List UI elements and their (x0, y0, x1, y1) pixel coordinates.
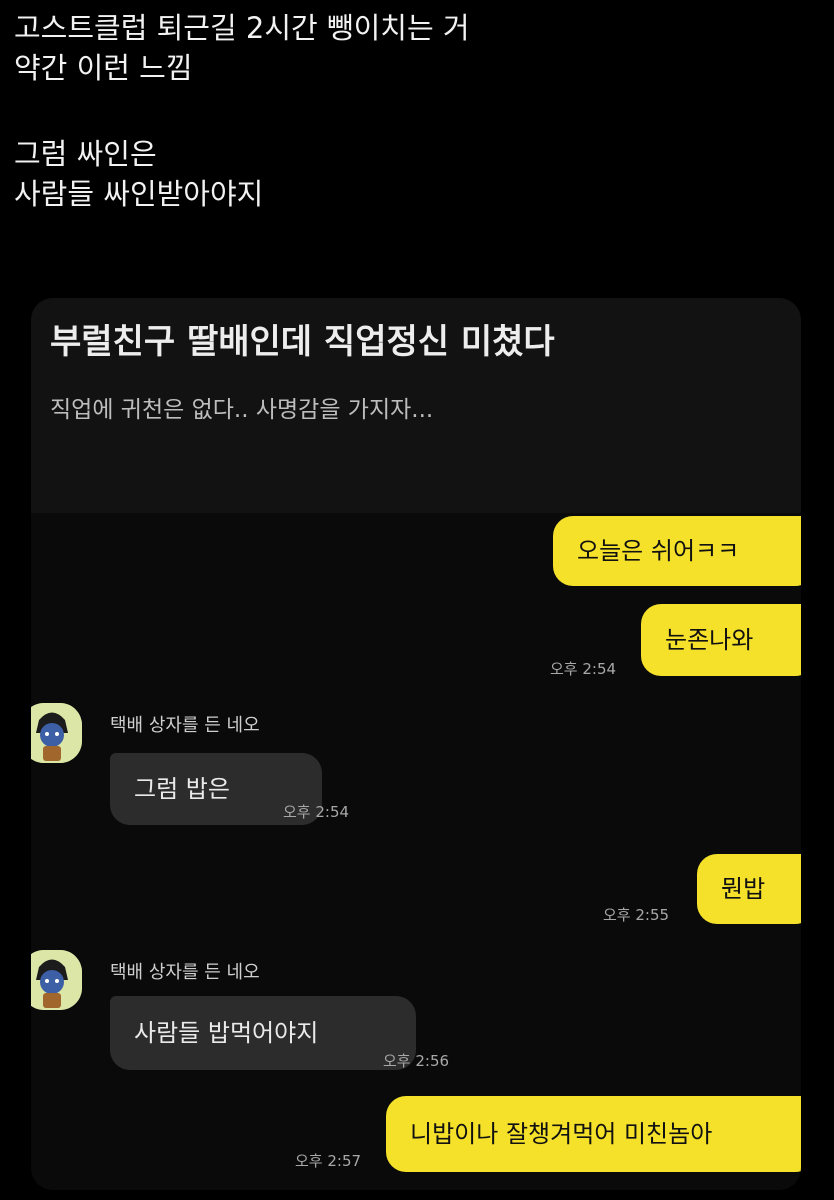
card-subtitle: 직업에 귀천은 없다.. 사명감을 가지자... (50, 397, 434, 423)
post-line: 약간 이런 느낌 (14, 51, 193, 85)
my-message-bubble: 오늘은 쉬어ㅋㅋ (553, 516, 801, 586)
card-header: 부럴친구 딸배인데 직업정신 미쳤다 직업에 귀천은 없다.. 사명감을 가지자… (31, 298, 801, 513)
message-text: 오늘은 쉬어ㅋㅋ (577, 537, 740, 565)
neo-avatar-icon[interactable] (31, 703, 82, 763)
message-text: 뭔밥 (721, 875, 766, 903)
post-line: 그럼 싸인은 (14, 137, 157, 171)
my-message-bubble: 뭔밥 (697, 854, 801, 924)
message-text: 눈존나와 (665, 626, 754, 654)
sender-name: 택배 상자를 든 네오 (110, 715, 260, 736)
my-message-bubble: 눈존나와 (641, 604, 801, 676)
post-line: 사람들 싸인받아야지 (14, 177, 264, 211)
other-message-bubble: 사람들 밥먹어야지 (110, 996, 416, 1070)
message-time: 오후 2:56 (383, 1052, 450, 1070)
message-text: 사람들 밥먹어야지 (134, 1019, 319, 1047)
card-title: 부럴친구 딸배인데 직업정신 미쳤다 (50, 322, 555, 362)
message-time: 오후 2:57 (295, 1152, 362, 1170)
message-text: 그럼 밥은 (134, 775, 230, 803)
sender-name: 택배 상자를 든 네오 (110, 962, 260, 983)
message-time: 오후 2:55 (603, 906, 670, 924)
post-text: 고스트클럽 퇴근길 2시간 뺑이치는 거 약간 이런 느낌 그럼 싸인은 사람들… (14, 8, 814, 214)
embedded-image-card[interactable]: 부럴친구 딸배인데 직업정신 미쳤다 직업에 귀천은 없다.. 사명감을 가지자… (31, 298, 801, 1190)
my-message-bubble: 니밥이나 잘챙겨먹어 미친놈아 (386, 1096, 801, 1172)
message-time: 오후 2:54 (550, 660, 617, 678)
neo-avatar-icon[interactable] (31, 950, 82, 1010)
message-text: 니밥이나 잘챙겨먹어 미친놈아 (410, 1120, 713, 1148)
post-line: 고스트클럽 퇴근길 2시간 뺑이치는 거 (14, 11, 470, 45)
message-time: 오후 2:54 (283, 803, 350, 821)
